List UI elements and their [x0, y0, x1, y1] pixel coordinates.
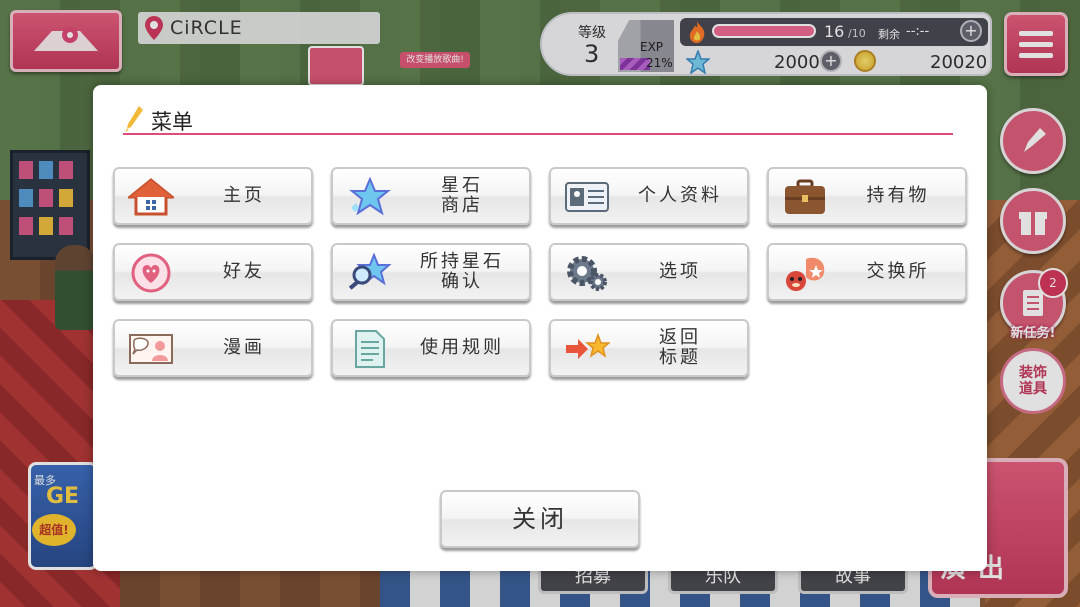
menu-item-friends[interactable]: 好友 — [113, 243, 313, 301]
home-icon — [127, 176, 175, 218]
menu-item-home[interactable]: 主页 — [113, 167, 313, 225]
menu-item-label: 返回 标题 — [659, 327, 701, 368]
menu-item-label: 好友 — [223, 261, 265, 282]
menu-item-options[interactable]: 选项 — [549, 243, 749, 301]
menu-item-label: 所持星石 确认 — [420, 251, 504, 292]
menu-item-star-shop[interactable]: 星石 商店 — [331, 167, 531, 225]
return-arrow-icon — [563, 328, 611, 370]
menu-item-label: 星石 商店 — [441, 175, 483, 216]
modal-title: 菜单 — [151, 110, 193, 134]
menu-item-profile[interactable]: 个人资料 — [549, 167, 749, 225]
menu-item-exchange[interactable]: 交换所 — [767, 243, 967, 301]
document-icon — [345, 328, 393, 370]
menu-item-comic[interactable]: 漫画 — [113, 319, 313, 377]
gear-icon — [563, 252, 611, 294]
menu-modal: 菜单 主页 星石 商店 个人资料 持有物 好友 所持星石 确认 选项 交换所 漫… — [93, 85, 987, 571]
menu-item-inventory[interactable]: 持有物 — [767, 167, 967, 225]
menu-item-star-check[interactable]: 所持星石 确认 — [331, 243, 531, 301]
friends-heart-icon — [127, 252, 175, 294]
briefcase-icon — [781, 176, 829, 218]
pencil-icon — [125, 106, 143, 132]
menu-item-label: 持有物 — [866, 185, 930, 206]
menu-item-label: 个人资料 — [638, 185, 722, 206]
menu-item-label: 使用规则 — [420, 337, 504, 358]
menu-item-return-title[interactable]: 返回 标题 — [549, 319, 749, 377]
star-search-icon — [345, 252, 393, 294]
star-shop-icon — [345, 176, 393, 218]
menu-item-label: 主页 — [223, 185, 265, 206]
menu-item-label: 选项 — [659, 261, 701, 282]
menu-item-label: 交换所 — [866, 261, 930, 282]
menu-item-terms[interactable]: 使用规则 — [331, 319, 531, 377]
menu-item-label: 漫画 — [223, 337, 265, 358]
comic-icon — [127, 328, 175, 370]
modal-header: 菜单 — [123, 103, 953, 135]
close-button[interactable]: 关闭 — [440, 490, 640, 548]
exchange-icon — [781, 252, 829, 294]
profile-card-icon — [563, 176, 611, 218]
